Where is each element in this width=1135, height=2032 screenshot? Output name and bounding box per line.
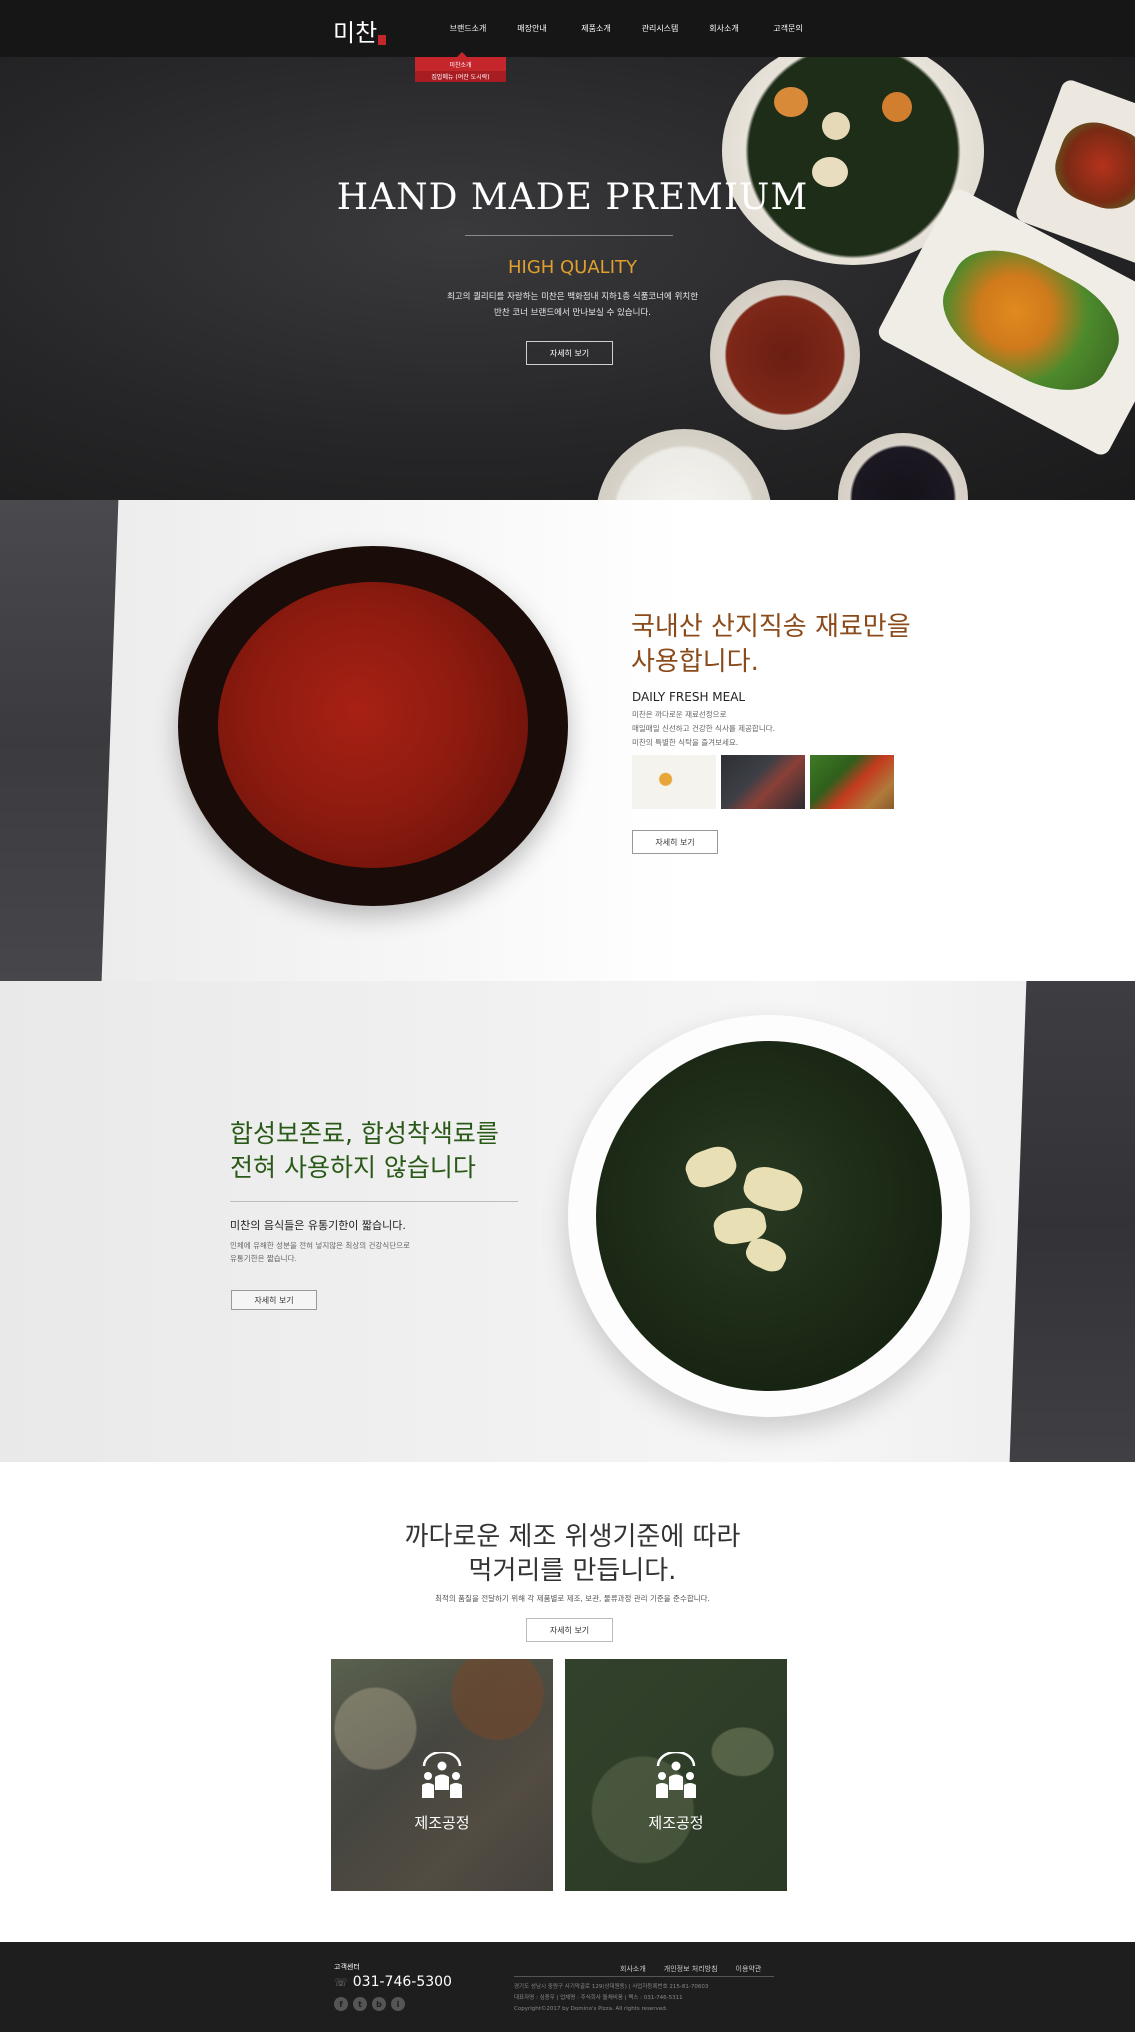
customer-phone: ☏ 031-746-5300: [334, 1974, 452, 1990]
fresh-ingredients-section: 국내산 산지직송 재료만을 사용합니다. DAILY FRESH MEAL 미찬…: [0, 500, 1135, 981]
section2-more-button[interactable]: 자세히 보기: [632, 830, 718, 854]
nav-item-products[interactable]: 제품소개: [564, 0, 628, 57]
hero-subtitle: HIGH QUALITY: [507, 257, 638, 278]
ingredient-thumbnails: [632, 755, 894, 809]
meat-thumbnail-image[interactable]: [721, 755, 805, 809]
desc-line: 미찬은 까다로운 재료선정으로: [632, 710, 727, 719]
section-title-line: 국내산 산지직송 재료만을: [631, 612, 911, 642]
logo-mark-icon: [378, 35, 387, 45]
red-pepper-paste-pot-image: [178, 546, 568, 906]
hero-description: 최고의 퀄리티를 자랑하는 미찬은 백화점내 지하1층 식품코너에 위치한 반찬…: [0, 289, 1135, 321]
eggs-thumbnail-image[interactable]: [632, 755, 716, 809]
brand-dropdown-menu: 미찬소개 집밥메뉴 (여잔 도시락): [415, 52, 506, 82]
slate-board-image: [1009, 981, 1135, 1462]
hero-desc-line: 반찬 코너 브랜드에서 만나보실 수 있습니다.: [494, 308, 651, 318]
section-title-line: 까다로운 제조 위생기준에 따라: [404, 1522, 741, 1552]
desc-line: 매일매일 신선하고 건강한 식사를 제공합니다.: [632, 724, 776, 733]
nav-item-system[interactable]: 관리시스템: [628, 0, 692, 57]
nav-item-brand[interactable]: 브랜드소개: [436, 0, 500, 57]
phone-number: 031-746-5300: [352, 1974, 452, 1990]
phone-icon: ☏: [334, 1975, 348, 1989]
section-title: 까다로운 제조 위생기준에 따라 먹거리를 만듭니다.: [0, 1520, 1135, 1588]
logo-text: 미찬: [333, 19, 378, 47]
desc-line: 미찬의 특별한 식탁을 즐겨보세요.: [632, 738, 739, 747]
nav-item-contact[interactable]: 고객문의: [756, 0, 820, 57]
social-links: f t b i: [334, 1997, 405, 2011]
dropdown-item-about[interactable]: 미찬소개: [415, 57, 506, 71]
no-preservatives-section: 합성보존료, 합성착색료를 전혀 사용하지 않습니다 미찬의 음식들은 유통기한…: [0, 981, 1135, 1462]
section-title-line: 먹거리를 만듭니다.: [468, 1556, 677, 1586]
red-pepper-paste: [218, 582, 528, 868]
instagram-icon[interactable]: i: [391, 1997, 405, 2011]
section-title-line: 전혀 사용하지 않습니다: [230, 1153, 476, 1182]
footer-divider: [514, 1976, 774, 1977]
black-bean-bowl-image: [838, 433, 968, 500]
rice-bowl-image: [596, 429, 772, 500]
hero-more-button[interactable]: 자세히 보기: [526, 341, 613, 365]
section4-more-button[interactable]: 자세히 보기: [526, 1618, 613, 1642]
nav-item-store[interactable]: 매장안내: [500, 0, 564, 57]
section3-more-button[interactable]: 자세히 보기: [231, 1290, 317, 1310]
site-footer: 고객센터 ☏ 031-746-5300 f t b i 회사소개 개인정보 처리…: [0, 1942, 1135, 2032]
section-subtitle: DAILY FRESH MEAL: [632, 690, 746, 704]
hygiene-standards-section: 까다로운 제조 위생기준에 따라 먹거리를 만듭니다. 최적의 품질을 전달하기…: [0, 1462, 1135, 1942]
hero-title: HAND MADE PREMIUM: [336, 177, 809, 218]
footer-link-terms[interactable]: 이용약관: [736, 1964, 762, 1974]
nav-item-company[interactable]: 회사소개: [692, 0, 756, 57]
section-divider: [230, 1201, 518, 1202]
section-description: 인체에 유해한 성분을 전혀 넣지않은 최상의 건강식단으로 유통기한은 짧습니…: [230, 1239, 410, 1265]
desc-line: 유통기한은 짧습니다.: [230, 1254, 297, 1263]
section-description: 최적의 품질을 전달하기 위해 각 제품별로 제조, 보관, 물류과정 관리 기…: [435, 1594, 710, 1603]
seaweed-soup: [596, 1041, 942, 1391]
people-icon: [422, 1751, 462, 1798]
slate-board-image: [0, 500, 119, 981]
process-card[interactable]: 제조공정: [331, 1659, 553, 1891]
section-title-line: 사용합니다.: [631, 647, 759, 677]
dropdown-item-menu[interactable]: 집밥메뉴 (여잔 도시락): [415, 71, 506, 82]
blog-icon[interactable]: b: [372, 1997, 386, 2011]
top-header: 미찬 브랜드소개 매장안내 제품소개 관리시스템 회사소개 고객문의: [0, 0, 1135, 57]
section-title: 합성보존료, 합성착색료를 전혀 사용하지 않습니다: [230, 1117, 499, 1185]
company-info: 경기도 성남시 중원구 사기막골로 129(상대원동) | 사업자등록번호 21…: [514, 1982, 708, 2015]
footer-link-privacy[interactable]: 개인정보 처리방침: [664, 1964, 718, 1974]
section-description: 미찬은 까다로운 재료선정으로 매일매일 신선하고 건강한 식사를 제공합니다.…: [632, 708, 775, 750]
footer-link-company[interactable]: 회사소개: [620, 1964, 646, 1974]
customer-center-label: 고객센터: [334, 1963, 360, 1971]
site-logo[interactable]: 미찬: [333, 13, 387, 48]
copyright-text: Copyright©2017 by Domino's Pizza. All ri…: [514, 2006, 668, 2012]
hero-divider: [465, 235, 673, 236]
vegetables-thumbnail-image[interactable]: [810, 755, 894, 809]
main-nav: 브랜드소개 매장안내 제품소개 관리시스템 회사소개 고객문의: [430, 0, 820, 57]
people-icon: [656, 1751, 696, 1798]
clam-shape: [681, 1141, 741, 1193]
info-line: 경기도 성남시 중원구 사기막골로 129(상대원동) | 사업자등록번호 21…: [514, 1984, 709, 1990]
seaweed-soup-bowl-image: [568, 1015, 970, 1417]
facebook-icon[interactable]: f: [334, 1997, 348, 2011]
card-label: 제조공정: [648, 1813, 704, 1832]
hero-banner: HAND MADE PREMIUM HIGH QUALITY 최고의 퀄리티를 …: [0, 57, 1135, 500]
process-card[interactable]: 제조공정: [565, 1659, 787, 1891]
desc-line: 인체에 유해한 성분을 전혀 넣지않은 최상의 건강식단으로: [230, 1241, 410, 1250]
section-title: 국내산 산지직송 재료만을 사용합니다.: [631, 610, 911, 680]
footer-links: 회사소개 개인정보 처리방침 이용약관: [620, 1964, 761, 1974]
hero-desc-line: 최고의 퀄리티를 자랑하는 미찬은 백화점내 지하1층 식품코너에 위치한: [446, 292, 699, 302]
section-subtitle: 미찬의 음식들은 유통기한이 짧습니다.: [230, 1219, 406, 1232]
section-title-line: 합성보존료, 합성착색료를: [230, 1119, 499, 1148]
card-label: 제조공정: [414, 1813, 470, 1832]
info-line: 대표자명 : 심종우 | 업체명 : 주식회사 돌체비움 | 팩스 : 031-…: [514, 1995, 683, 2001]
twitter-icon[interactable]: t: [353, 1997, 367, 2011]
